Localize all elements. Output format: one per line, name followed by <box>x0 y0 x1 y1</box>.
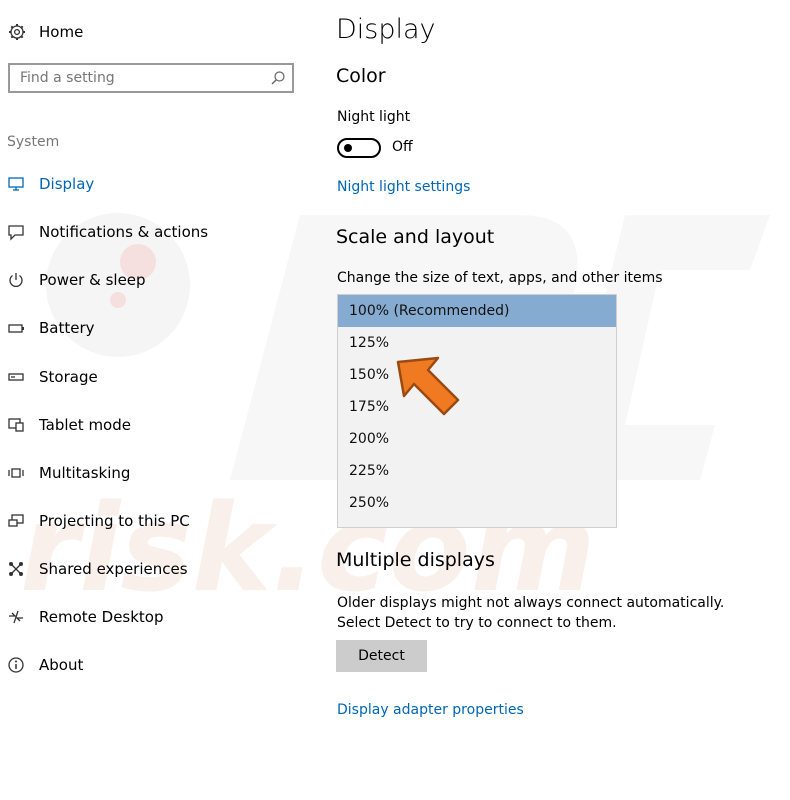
pointer-arrow-icon <box>396 356 460 416</box>
search-box <box>8 63 294 93</box>
sidebar-item-remote-desktop[interactable]: Remote Desktop <box>6 605 296 629</box>
sidebar-item-label: Projecting to this PC <box>39 512 190 530</box>
search-icon[interactable] <box>270 70 286 90</box>
sidebar-item-label: Remote Desktop <box>39 608 164 626</box>
scale-option[interactable]: 225% <box>338 455 616 487</box>
scale-option[interactable]: 100% (Recommended) <box>338 295 616 327</box>
search-input[interactable] <box>10 65 260 91</box>
toggle-knob <box>344 144 352 152</box>
drive-icon <box>6 367 26 387</box>
message-icon <box>6 222 26 242</box>
scale-dropdown-list: 100% (Recommended) 125% 150% 175% 200% 2… <box>337 294 617 528</box>
monitor-icon <box>6 174 26 194</box>
multitasking-icon <box>6 463 26 483</box>
sidebar-item-label: Notifications & actions <box>39 223 209 241</box>
scale-label: Change the size of text, apps, and other… <box>337 270 663 286</box>
gear-icon <box>6 21 28 43</box>
sidebar-item-tablet-mode[interactable]: Tablet mode <box>6 413 296 437</box>
scale-option[interactable]: 250% <box>338 487 616 519</box>
multiple-displays-description: Older displays might not always connect … <box>337 595 725 631</box>
scale-option[interactable]: 175% <box>338 391 616 423</box>
scale-option[interactable]: 150% <box>338 359 616 391</box>
sidebar-item-label: Power & sleep <box>39 271 146 289</box>
sidebar-item-display[interactable]: Display <box>6 172 296 196</box>
sidebar-item-label: Display <box>39 175 95 193</box>
color-heading: Color <box>336 65 386 87</box>
sidebar-item-power-sleep[interactable]: Power & sleep <box>6 268 296 292</box>
info-icon <box>6 655 26 675</box>
tablet-icon <box>6 415 26 435</box>
home-nav-item[interactable]: Home <box>6 20 83 44</box>
sidebar-item-label: About <box>39 656 84 674</box>
power-icon <box>6 270 26 290</box>
sidebar-item-notifications[interactable]: Notifications & actions <box>6 220 296 244</box>
sidebar-item-shared-experiences[interactable]: Shared experiences <box>6 557 296 581</box>
scale-option[interactable]: 125% <box>338 327 616 359</box>
sidebar: Home System Display Notifications & acti… <box>0 0 310 800</box>
sidebar-item-label: Shared experiences <box>39 560 188 578</box>
battery-icon <box>6 318 26 338</box>
detect-button[interactable]: Detect <box>336 640 427 672</box>
display-adapter-properties-link[interactable]: Display adapter properties <box>337 702 524 718</box>
night-light-state: Off <box>392 139 413 155</box>
night-light-toggle[interactable] <box>337 138 381 158</box>
section-label-system: System <box>7 134 60 150</box>
sidebar-item-multitasking[interactable]: Multitasking <box>6 461 296 485</box>
sidebar-item-storage[interactable]: Storage <box>6 365 296 389</box>
night-light-label: Night light <box>337 109 411 125</box>
sidebar-item-about[interactable]: About <box>6 653 296 677</box>
home-label: Home <box>39 23 84 41</box>
sidebar-item-label: Multitasking <box>39 464 131 482</box>
projector-icon <box>6 511 26 531</box>
remote-icon <box>6 607 26 627</box>
scale-option[interactable]: 200% <box>338 423 616 455</box>
sidebar-item-label: Battery <box>39 319 95 337</box>
share-icon <box>6 559 26 579</box>
sidebar-item-battery[interactable]: Battery <box>6 316 296 340</box>
scale-heading: Scale and layout <box>336 226 495 248</box>
night-light-settings-link[interactable]: Night light settings <box>337 179 470 195</box>
sidebar-item-label: Tablet mode <box>39 416 131 434</box>
sidebar-item-projecting[interactable]: Projecting to this PC <box>6 509 296 533</box>
multiple-displays-heading: Multiple displays <box>336 549 495 571</box>
sidebar-item-label: Storage <box>39 368 98 386</box>
page-title: Display <box>336 14 436 45</box>
